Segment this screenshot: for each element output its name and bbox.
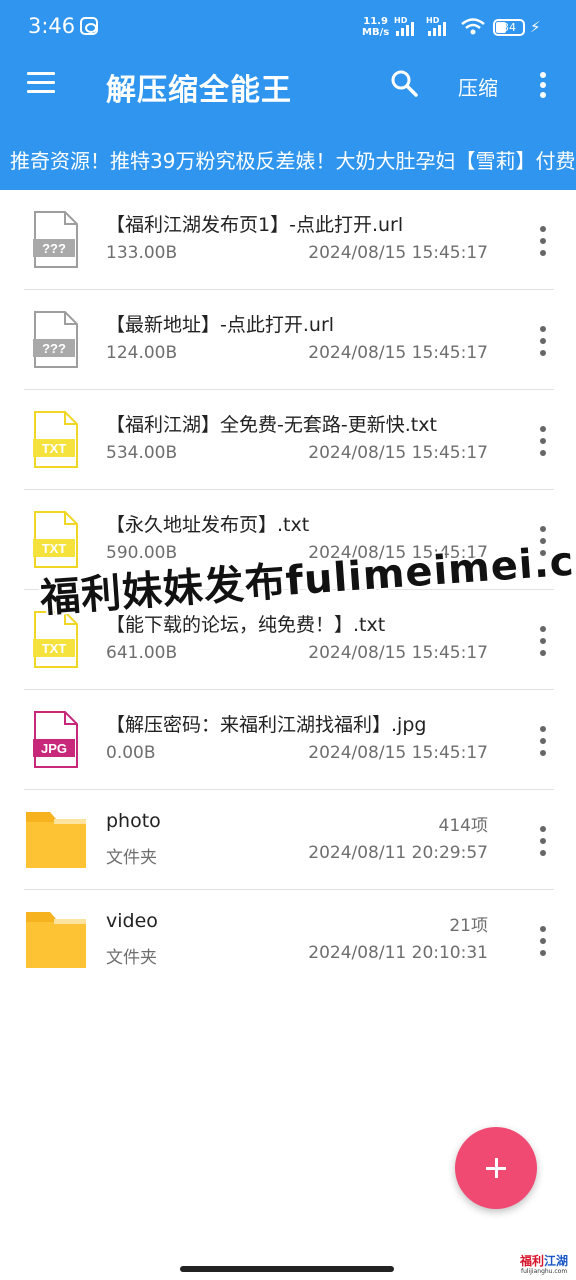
folder-name: video xyxy=(106,910,158,932)
file-name: 【福利江湖】全免费-无套路-更新快.txt xyxy=(106,414,437,436)
wifi-icon xyxy=(461,18,485,35)
folder-type: 文件夹 xyxy=(106,948,157,968)
file-row[interactable]: ??? 【福利江湖发布页1】-点此打开.url 133.00B 2024/08/… xyxy=(0,190,576,290)
file-name: 【解压密码：来福利江湖找福利】.jpg xyxy=(106,714,427,736)
signal-1-icon: HD xyxy=(394,16,418,36)
app-bar: 解压缩全能王 压缩 xyxy=(0,56,576,112)
file-row[interactable]: ??? 【最新地址】-点此打开.url 124.00B 2024/08/15 1… xyxy=(0,290,576,390)
network-speed: 11.9 MB/s xyxy=(362,16,389,38)
folder-type: 文件夹 xyxy=(106,848,157,868)
notification-app-icon xyxy=(80,17,98,35)
file-name: 【最新地址】-点此打开.url xyxy=(106,314,335,336)
home-indicator[interactable] xyxy=(180,1266,394,1272)
folder-icon xyxy=(26,912,86,968)
file-type-badge: ??? xyxy=(42,241,66,256)
file-size: 0.00B xyxy=(106,743,156,763)
txt-file-icon: TXT xyxy=(33,411,78,468)
row-more-icon[interactable] xyxy=(538,626,548,656)
folder-name: photo xyxy=(106,810,161,832)
row-more-icon[interactable] xyxy=(538,426,548,456)
file-row[interactable]: JPG 【解压密码：来福利江湖找福利】.jpg 0.00B 2024/08/15… xyxy=(0,690,576,790)
menu-icon[interactable] xyxy=(27,70,55,94)
row-more-icon[interactable] xyxy=(538,226,548,256)
file-date: 2024/08/15 15:45:17 xyxy=(308,343,488,363)
charging-icon: ⚡ xyxy=(530,18,541,36)
unknown-file-icon: ??? xyxy=(33,211,78,268)
row-more-icon[interactable] xyxy=(538,926,548,956)
search-icon[interactable] xyxy=(390,69,418,97)
row-more-icon[interactable] xyxy=(538,826,548,856)
add-fab-button[interactable] xyxy=(455,1127,537,1209)
jpg-file-icon: JPG xyxy=(33,711,78,768)
file-date: 2024/08/15 15:45:17 xyxy=(308,243,488,263)
file-type-badge: TXT xyxy=(42,541,67,556)
file-size: 534.00B xyxy=(106,443,178,463)
overflow-menu-icon[interactable] xyxy=(538,71,548,99)
file-name: 【永久地址发布页】.txt xyxy=(106,514,310,536)
file-size: 124.00B xyxy=(106,343,178,363)
file-size: 641.00B xyxy=(106,643,178,663)
corner-logo-red: 福利 xyxy=(520,1254,545,1268)
plus-icon xyxy=(494,1158,498,1178)
folder-date: 2024/08/11 20:10:31 xyxy=(308,943,488,963)
ticker-banner[interactable]: 推奇资源！推特39万粉究极反差婊！大奶大肚孕妇【雪莉】付费 xyxy=(0,140,576,176)
folder-row[interactable]: video 21项 文件夹 2024/08/11 20:10:31 xyxy=(0,890,576,990)
signal-2-icon: HD xyxy=(426,16,450,36)
top-app-area: 3:46 11.9 MB/s HD HD 34 ⚡ 解压缩全能王 压缩 推奇资源… xyxy=(0,0,576,190)
file-type-badge: JPG xyxy=(41,741,67,756)
folder-item-count: 414项 xyxy=(438,816,488,836)
file-row[interactable]: TXT 【福利江湖】全免费-无套路-更新快.txt 534.00B 2024/0… xyxy=(0,390,576,490)
txt-file-icon: TXT xyxy=(33,511,78,568)
app-title: 解压缩全能王 xyxy=(106,73,292,108)
file-size: 133.00B xyxy=(106,243,178,263)
folder-date: 2024/08/11 20:29:57 xyxy=(308,843,488,863)
status-time: 3:46 xyxy=(28,14,76,38)
compress-button[interactable]: 压缩 xyxy=(458,72,498,101)
file-name: 【福利江湖发布页1】-点此打开.url xyxy=(106,214,404,236)
file-date: 2024/08/15 15:45:17 xyxy=(308,743,488,763)
folder-icon xyxy=(26,812,86,868)
ticker-text: 推奇资源！推特39万粉究极反差婊！大奶大肚孕妇【雪莉】付费 xyxy=(10,149,576,173)
folder-row[interactable]: photo 414项 文件夹 2024/08/11 20:29:57 xyxy=(0,790,576,890)
corner-logo: 福利江湖 fulijianghu.com xyxy=(520,1252,572,1278)
folder-item-count: 21项 xyxy=(449,916,488,936)
file-date: 2024/08/15 15:45:17 xyxy=(308,643,488,663)
network-speed-value: 11.9 xyxy=(363,16,388,27)
row-more-icon[interactable] xyxy=(538,726,548,756)
status-bar: 3:46 11.9 MB/s HD HD 34 ⚡ xyxy=(0,0,576,56)
file-date: 2024/08/15 15:45:17 xyxy=(308,443,488,463)
battery-level: 34 xyxy=(502,21,516,34)
file-type-badge: ??? xyxy=(42,341,66,356)
row-more-icon[interactable] xyxy=(538,326,548,356)
network-speed-unit: MB/s xyxy=(362,27,390,38)
battery-icon: 34 xyxy=(493,19,525,36)
unknown-file-icon: ??? xyxy=(33,311,78,368)
file-type-badge: TXT xyxy=(42,641,67,656)
file-type-badge: TXT xyxy=(42,441,67,456)
corner-logo-blue: 江湖 xyxy=(544,1254,569,1268)
corner-logo-subtext: fulijianghu.com xyxy=(521,1268,568,1275)
